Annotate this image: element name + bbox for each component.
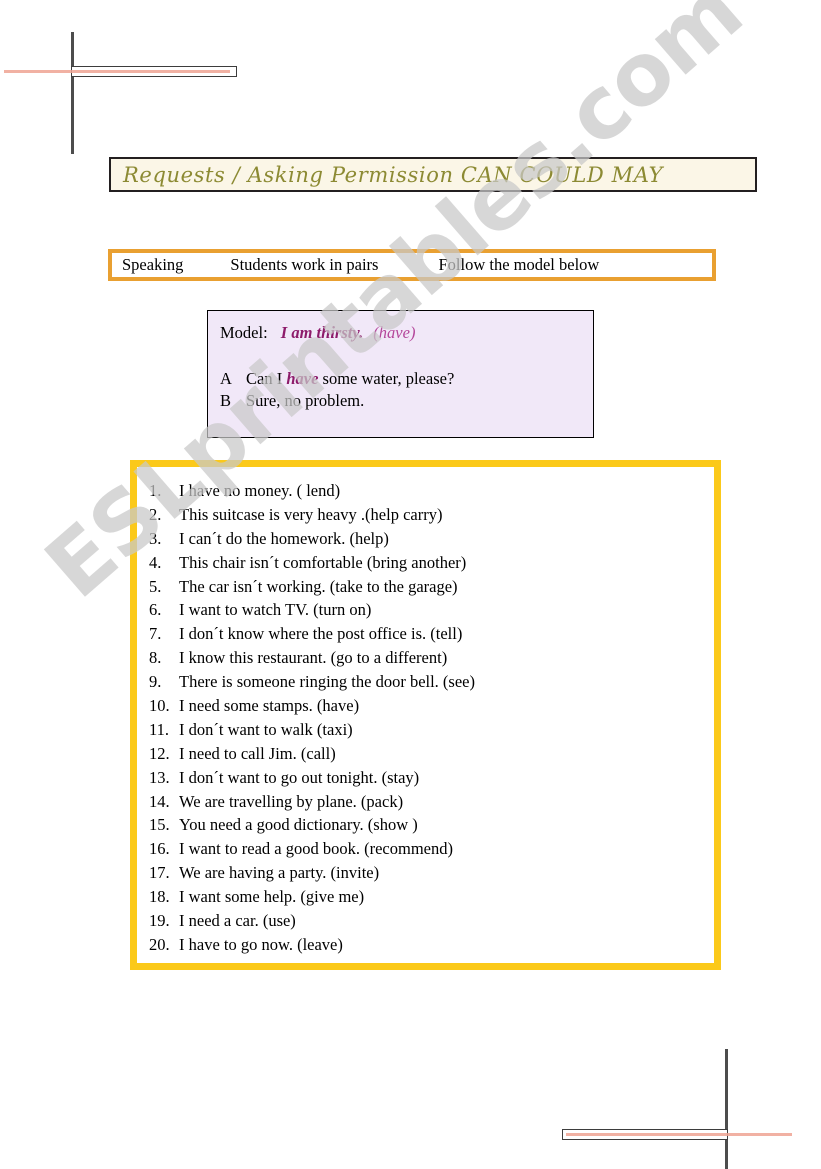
exercise-number: 15. <box>149 815 170 835</box>
exercise-item: 16. I want to read a good book. (recommen… <box>149 841 714 858</box>
exercise-item: 10. I need some stamps. (have) <box>149 698 714 715</box>
exercise-number: 9. <box>149 672 162 692</box>
crop-mark-vertical-line <box>725 1049 728 1169</box>
exercise-number: 17. <box>149 863 170 883</box>
exercise-item: 19. I need a car. (use) <box>149 913 714 930</box>
page-title: Requests / Asking Permission CAN COULD M… <box>123 162 664 187</box>
model-example-box: Model: I am thirsty. (have) A Can I have … <box>207 310 594 438</box>
exercise-number: 18. <box>149 887 170 907</box>
exercise-list-box: 1. I have no money. ( lend) 2. This suitcas… <box>130 460 721 970</box>
exercise-text: I don´t want to walk (taxi) <box>179 719 353 739</box>
exercise-number: 6. <box>149 600 162 620</box>
exercise-item: 8. I know this restaurant. (go to a diffe… <box>149 650 714 667</box>
exercise-text: I need some stamps. (have) <box>179 696 360 716</box>
exercise-item: 5. The car isn´t working. (take to the ga… <box>149 576 714 596</box>
model-prompt-sentence: I am thirsty. <box>280 323 364 342</box>
exercise-number: 11. <box>149 719 170 739</box>
exercise-item: 18. I want some help. (give me) <box>149 889 714 906</box>
worksheet-title-banner: Requests / Asking Permission CAN COULD M… <box>109 157 757 192</box>
exercise-number: 19. <box>149 911 170 931</box>
exercise-text: We are travelling by plane. (pack) <box>179 791 404 811</box>
worksheet-page: ESLprintables.com Requests / Asking Perm… <box>0 0 821 1169</box>
model-line-b-before: Sure, no problem. <box>246 391 365 411</box>
exercise-item: 13. I don´t want to go out tonight. (stay… <box>149 767 714 787</box>
crop-mark-pink-line <box>566 1133 792 1136</box>
exercise-number: 4. <box>149 552 162 572</box>
model-line-a-before: Can I <box>246 369 287 388</box>
exercise-number: 16. <box>149 839 170 859</box>
exercise-number: 13. <box>149 767 170 787</box>
exercise-number: 2. <box>149 504 162 524</box>
exercise-number: 8. <box>149 648 162 668</box>
exercise-number: 3. <box>149 528 162 548</box>
instruction-direction: Follow the model below <box>438 255 600 274</box>
exercise-number: 7. <box>149 624 162 644</box>
model-dialog-line-a: A Can I have some water, please? <box>220 368 593 390</box>
exercise-item: 1. I have no money. ( lend) <box>149 481 714 500</box>
instruction-bar: Speaking Students work in pairs Follow t… <box>108 249 716 281</box>
instruction-grouping: Students work in pairs <box>230 255 379 274</box>
exercise-number: 20. <box>149 934 170 954</box>
crop-mark-pink-line <box>4 70 230 73</box>
exercise-text: I have no money. ( lend) <box>179 481 341 500</box>
exercise-text: I want some help. (give me) <box>179 887 365 907</box>
model-speaker-b: B <box>220 391 232 411</box>
exercise-text: I want to read a good book. (recommend) <box>179 839 453 859</box>
exercise-item: 14. We are travelling by plane. (pack) <box>149 791 714 811</box>
model-dialog-line-b: B Sure, no problem. <box>220 390 593 412</box>
exercise-text: This suitcase is very heavy .(help carry… <box>179 504 443 524</box>
crop-mark-vertical-line <box>71 32 74 154</box>
exercise-text: I know this restaurant. (go to a differe… <box>179 648 448 668</box>
exercise-text: This chair isn´t comfortable (bring anot… <box>179 552 467 572</box>
exercise-text: You need a good dictionary. (show ) <box>179 815 418 835</box>
exercise-number: 14. <box>149 791 170 811</box>
exercise-item: 6. I want to watch TV. (turn on) <box>149 602 714 619</box>
exercise-number: 1. <box>149 481 162 500</box>
exercise-number: 5. <box>149 576 162 596</box>
exercise-text: I need a car. (use) <box>179 911 296 931</box>
exercise-item: 20. I have to go now. (leave) <box>149 934 714 954</box>
exercise-item: 11. I don´t want to walk (taxi) <box>149 719 714 739</box>
exercise-item: 15. You need a good dictionary. (show ) <box>149 817 714 834</box>
exercise-text: I need to call Jim. (call) <box>179 743 336 763</box>
exercise-text: I have to go now. (leave) <box>179 934 343 954</box>
model-line-a-keyword: have <box>286 369 319 388</box>
exercise-text: We are having a party. (invite) <box>179 863 380 883</box>
exercise-text: The car isn´t working. (take to the gara… <box>179 576 458 596</box>
model-line-a-after: some water, please? <box>318 369 455 388</box>
exercise-item: 2. This suitcase is very heavy .(help car… <box>149 504 714 524</box>
exercise-item: 17. We are having a party. (invite) <box>149 865 714 882</box>
exercise-item: 12. I need to call Jim. (call) <box>149 743 714 763</box>
model-cue-word: (have) <box>373 323 416 342</box>
exercise-item: 3. I can´t do the homework. (help) <box>149 528 714 548</box>
exercise-text: I don´t know where the post office is. (… <box>179 624 463 644</box>
exercise-text: There is someone ringing the door bell. … <box>179 672 475 692</box>
exercise-text: I can´t do the homework. (help) <box>179 528 389 548</box>
model-label: Model: <box>220 323 268 342</box>
exercise-item: 7. I don´t know where the post office is.… <box>149 626 714 643</box>
exercise-number: 10. <box>149 696 170 716</box>
exercise-item: 4. This chair isn´t comfortable (bring an… <box>149 552 714 572</box>
model-header-line: Model: I am thirsty. (have) <box>220 323 593 343</box>
exercise-number: 12. <box>149 743 170 763</box>
exercise-item: 9. There is someone ringing the door bell… <box>149 674 714 691</box>
model-speaker-a: A <box>220 369 232 388</box>
instruction-skill: Speaking <box>122 255 184 274</box>
exercise-text: I don´t want to go out tonight. (stay) <box>179 767 420 787</box>
exercise-text: I want to watch TV. (turn on) <box>179 600 372 620</box>
